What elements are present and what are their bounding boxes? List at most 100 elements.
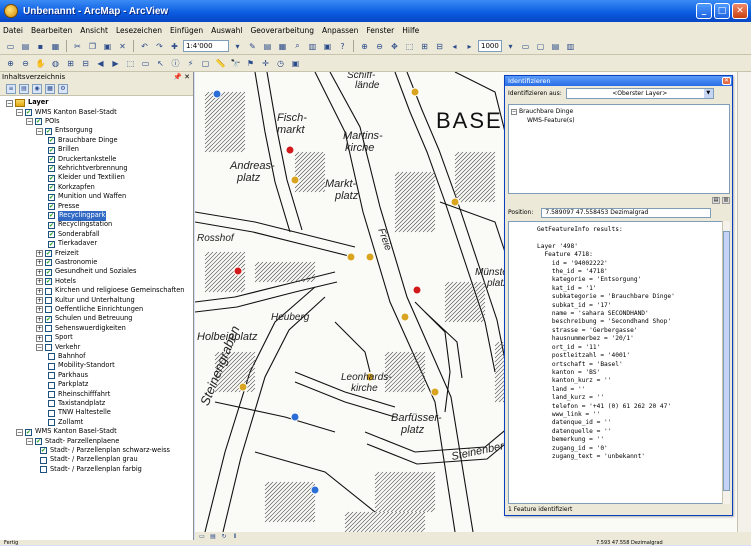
expand-icon[interactable]: + xyxy=(36,259,43,267)
new-document-icon[interactable]: ▭ xyxy=(4,40,17,52)
expand-icon[interactable]: + xyxy=(36,315,43,323)
visibility-checkbox[interactable]: ✔ xyxy=(48,174,55,182)
bus-stop-icon[interactable] xyxy=(212,89,222,99)
layout-back-icon[interactable]: ◂ xyxy=(448,40,461,52)
visibility-checkbox[interactable]: ✔ xyxy=(45,268,52,276)
paste-icon[interactable]: ▣ xyxy=(101,40,114,52)
add-data-icon[interactable]: ✚ xyxy=(168,40,181,52)
html-popup-icon[interactable]: ▢ xyxy=(199,57,212,69)
identify-tree-child[interactable]: WMS-Feature(s) xyxy=(511,116,727,125)
visibility-checkbox[interactable] xyxy=(45,343,52,351)
change-layout-icon[interactable]: ▤ xyxy=(549,40,562,52)
go-to-xy-icon[interactable]: ✛ xyxy=(259,57,272,69)
clear-selection-icon[interactable]: ▭ xyxy=(139,57,152,69)
visibility-checkbox[interactable]: ✔ xyxy=(48,137,55,145)
pause-drawing-icon[interactable]: Ⅱ xyxy=(231,533,239,540)
expand-icon[interactable]: + xyxy=(36,325,43,333)
data-view-icon[interactable]: ▭ xyxy=(198,533,206,540)
time-slider-icon[interactable]: ◷ xyxy=(274,57,287,69)
expand-icon[interactable]: + xyxy=(36,306,43,314)
bus-stop-icon[interactable] xyxy=(290,412,300,422)
menu-lesezeichen[interactable]: Lesezeichen xyxy=(116,26,162,35)
collapse-icon[interactable]: − xyxy=(511,109,517,115)
bus-stop-icon[interactable] xyxy=(310,485,320,495)
identify-results-scrollbar[interactable] xyxy=(722,221,730,504)
collapse-icon[interactable]: − xyxy=(6,99,13,107)
poi-icon[interactable] xyxy=(430,387,440,397)
visibility-checkbox[interactable]: ✔ xyxy=(45,259,52,267)
select-features-icon[interactable]: ⬚ xyxy=(124,57,137,69)
minimize-button[interactable]: _ xyxy=(696,3,712,19)
recycling-icon[interactable] xyxy=(233,266,243,276)
poi-icon[interactable] xyxy=(400,312,410,322)
identify-results-tree[interactable]: − Brauchbare Dinge WMS-Feature(s) xyxy=(508,104,730,194)
scale-dropdown-icon[interactable]: ▾ xyxy=(231,40,244,52)
identify-from-select[interactable]: <Oberster Layer> ▼ xyxy=(565,88,714,99)
visibility-checkbox[interactable] xyxy=(48,353,55,361)
visibility-checkbox[interactable] xyxy=(45,306,52,314)
visibility-checkbox[interactable]: ✔ xyxy=(45,127,52,135)
poi-icon[interactable] xyxy=(238,382,248,392)
collapse-icon[interactable]: − xyxy=(26,437,33,445)
layout-forward-icon[interactable]: ▸ xyxy=(463,40,476,52)
visibility-checkbox[interactable] xyxy=(48,362,55,370)
visibility-checkbox[interactable] xyxy=(48,419,55,427)
visibility-checkbox[interactable]: ✔ xyxy=(35,118,42,126)
expand-icon[interactable]: + xyxy=(36,249,43,257)
table-icon[interactable]: ▤ xyxy=(261,40,274,52)
zoom-percent-input[interactable]: 1000 xyxy=(478,40,502,52)
copy-icon[interactable]: ❐ xyxy=(86,40,99,52)
cut-icon[interactable]: ✂ xyxy=(71,40,84,52)
toc-pin-close[interactable]: 📌 ✕ xyxy=(173,72,190,82)
layout-toggle-icon[interactable]: ▤ xyxy=(712,196,720,204)
focus-frame-icon[interactable]: ▢ xyxy=(534,40,547,52)
collapse-icon[interactable]: − xyxy=(26,118,33,126)
expand-icon[interactable]: + xyxy=(36,334,43,342)
undo-icon[interactable]: ↶ xyxy=(138,40,151,52)
find-route-icon[interactable]: ⚑ xyxy=(244,57,257,69)
visibility-checkbox[interactable] xyxy=(45,334,52,342)
chevron-down-icon[interactable]: ▼ xyxy=(703,89,713,98)
visibility-checkbox[interactable] xyxy=(48,409,55,417)
visibility-checkbox[interactable]: ✔ xyxy=(25,428,32,436)
scrollbar-thumb[interactable] xyxy=(723,231,730,491)
visibility-checkbox[interactable] xyxy=(45,287,52,295)
visibility-checkbox[interactable]: ✔ xyxy=(25,108,32,116)
visibility-checkbox[interactable]: ✔ xyxy=(40,447,47,455)
zoom-in-icon[interactable]: ⊕ xyxy=(4,57,17,69)
recycling-icon[interactable] xyxy=(285,145,295,155)
visibility-checkbox[interactable] xyxy=(48,400,55,408)
collapse-icon[interactable]: − xyxy=(36,127,43,135)
visibility-checkbox[interactable] xyxy=(48,372,55,380)
catalog-icon[interactable]: ▦ xyxy=(276,40,289,52)
data-driven-pages-icon[interactable]: ▥ xyxy=(564,40,577,52)
layout-view-icon[interactable]: ▤ xyxy=(209,533,217,540)
visibility-checkbox[interactable] xyxy=(45,325,52,333)
hyperlink-icon[interactable]: ⚡ xyxy=(184,57,197,69)
visibility-checkbox[interactable]: ✔ xyxy=(48,231,55,239)
toggle-draft-icon[interactable]: ▭ xyxy=(519,40,532,52)
python-icon[interactable]: ▣ xyxy=(321,40,334,52)
expand-icon[interactable]: + xyxy=(36,278,43,286)
layout-fixed-out-icon[interactable]: ⊟ xyxy=(433,40,446,52)
visibility-checkbox[interactable]: ✔ xyxy=(48,221,55,229)
visibility-checkbox[interactable] xyxy=(48,390,55,398)
collapse-icon[interactable]: − xyxy=(16,108,23,116)
map-scale-input[interactable]: 1:4'000 xyxy=(183,40,229,52)
list-by-selection-icon[interactable]: ▦ xyxy=(45,83,55,94)
visibility-checkbox[interactable]: ✔ xyxy=(48,184,55,192)
help-icon[interactable]: ? xyxy=(336,40,349,52)
collapse-icon[interactable]: − xyxy=(16,428,23,436)
splitter-icon[interactable]: ▥ xyxy=(722,196,730,204)
editor-icon[interactable]: ✎ xyxy=(246,40,259,52)
visibility-checkbox[interactable] xyxy=(40,456,47,464)
select-elements-icon[interactable]: ↖ xyxy=(154,57,167,69)
pan-icon[interactable]: ✋ xyxy=(34,57,47,69)
identify-tree-root[interactable]: − Brauchbare Dinge xyxy=(511,107,727,116)
fixed-zoom-out-icon[interactable]: ⊟ xyxy=(79,57,92,69)
visibility-checkbox[interactable]: ✔ xyxy=(48,146,55,154)
visibility-checkbox[interactable]: ✔ xyxy=(48,193,55,201)
poi-icon[interactable] xyxy=(365,252,375,262)
find-icon[interactable]: 🔭 xyxy=(229,57,242,69)
collapse-icon[interactable]: − xyxy=(36,343,43,351)
